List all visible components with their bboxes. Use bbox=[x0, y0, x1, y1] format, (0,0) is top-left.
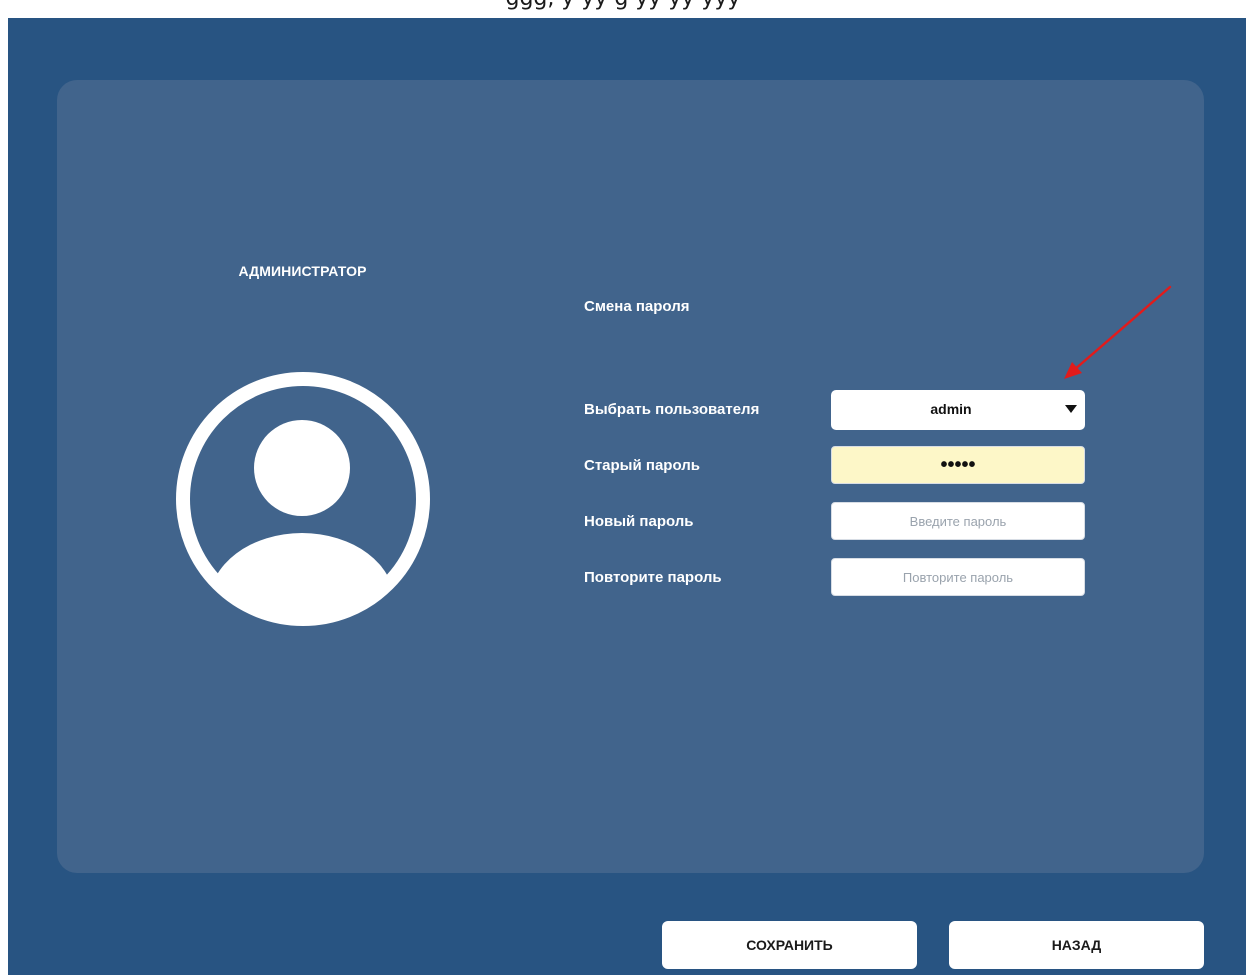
repeat-password-field[interactable] bbox=[831, 558, 1085, 596]
new-password-field[interactable] bbox=[831, 502, 1085, 540]
user-select[interactable]: admin bbox=[831, 390, 1085, 430]
section-title: Смена пароля bbox=[584, 298, 690, 315]
red-arrow-annotation bbox=[1060, 282, 1175, 384]
cropped-text-glyphs: ggg, y yy g yy yy yyy bbox=[0, 0, 1246, 11]
old-password-field[interactable] bbox=[831, 446, 1085, 484]
back-button[interactable]: НАЗАД bbox=[949, 921, 1204, 969]
select-user-label: Выбрать пользователя bbox=[584, 401, 760, 418]
save-button[interactable]: СОХРАНИТЬ bbox=[662, 921, 917, 969]
caret-down-icon bbox=[1065, 405, 1077, 413]
old-password-label: Старый пароль bbox=[584, 457, 700, 474]
repeat-password-label: Повторите пароль bbox=[584, 569, 722, 586]
screenshot-canvas: ggg, y yy g yy yy yyy АДМИНИСТРАТОР Смен… bbox=[0, 0, 1246, 975]
top-cropped-text-strip: ggg, y yy g yy yy yyy bbox=[0, 0, 1246, 18]
user-avatar-icon bbox=[175, 371, 431, 627]
role-title: АДМИНИСТРАТОР bbox=[238, 263, 367, 279]
new-password-label: Новый пароль bbox=[584, 513, 694, 530]
user-select-value: admin bbox=[930, 401, 972, 417]
